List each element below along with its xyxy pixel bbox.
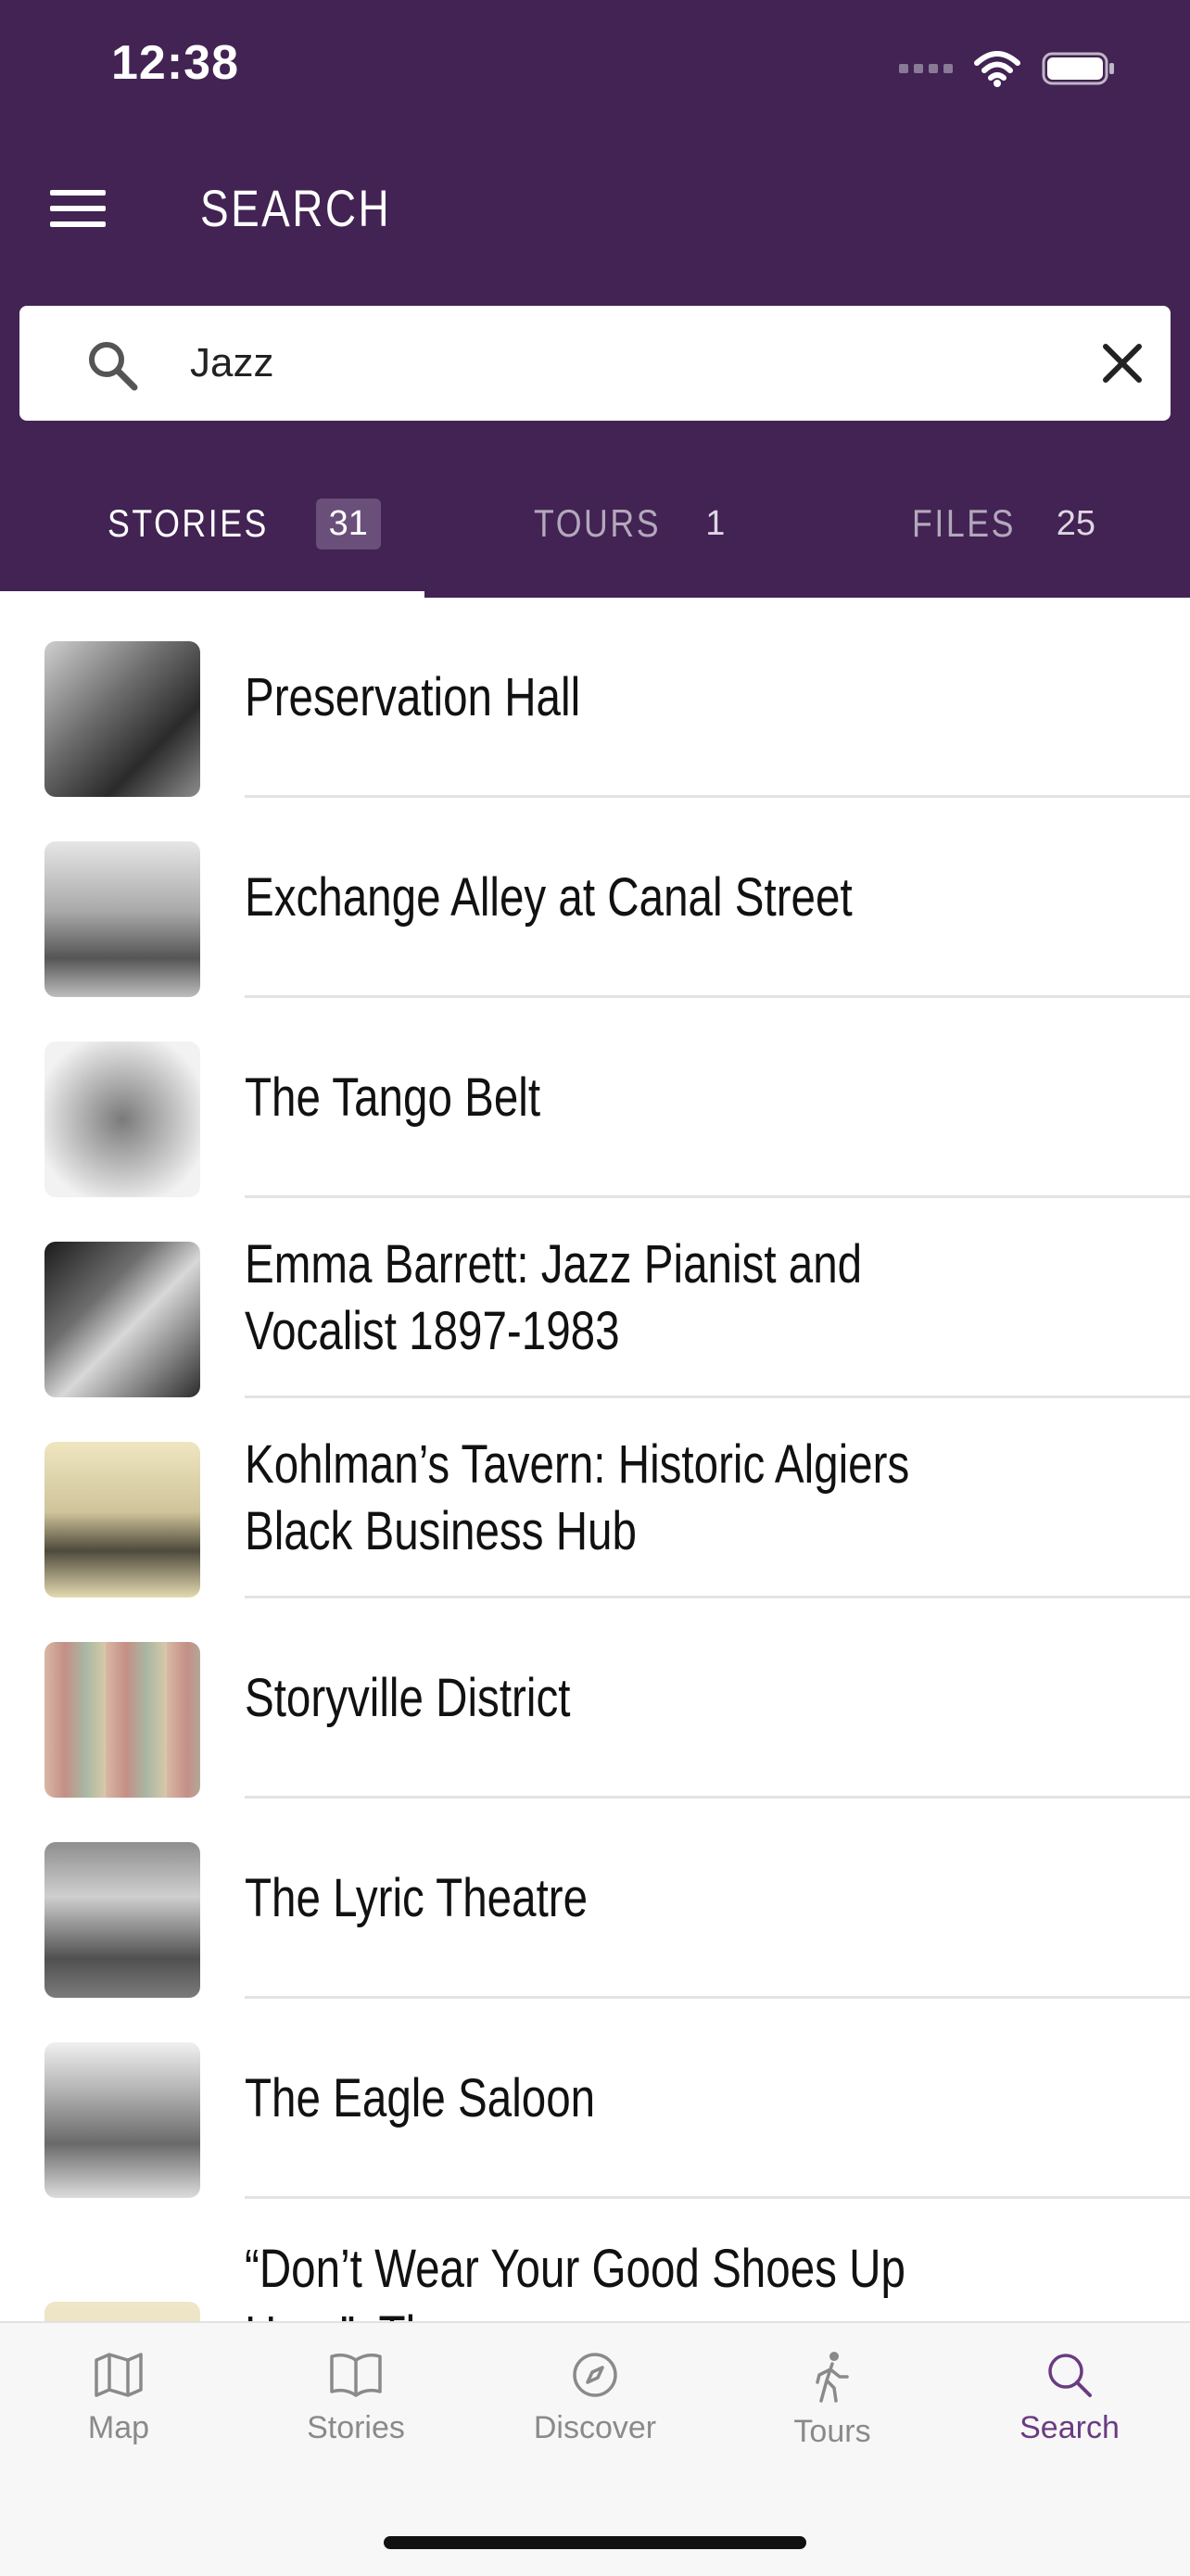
list-item[interactable]: Preservation Hall [0,598,1190,798]
wifi-icon [974,51,1020,87]
close-icon[interactable] [1100,341,1145,385]
list-item[interactable]: “Don’t Wear Your Good Shoes Up Here”: Th… [0,2199,1190,2321]
story-thumbnail [44,2042,200,2198]
story-thumbnail [44,1442,200,1597]
story-thumbnail [44,841,200,997]
page-title: SEARCH [200,179,392,237]
story-title: Preservation Hall [245,667,581,727]
compass-icon [573,2353,617,2397]
story-title: The Eagle Saloon [245,2068,596,2128]
nav-search[interactable]: Search [977,2351,1162,2446]
tab-files[interactable]: FILES 25 [912,491,1095,556]
story-thumbnail [44,641,200,797]
walking-person-icon [816,2352,849,2403]
tab-count-badge: 31 [315,498,381,549]
tab-stories[interactable]: STORIES 31 [108,491,381,556]
list-item[interactable]: Storyville District [0,1598,1190,1799]
tab-label: FILES [912,501,1016,545]
nav-tours[interactable]: Tours [740,2351,925,2450]
list-item[interactable]: Emma Barrett: Jazz Pianist and Vocalist … [0,1198,1190,1398]
battery-icon [1042,52,1114,85]
search-input[interactable] [171,328,1006,398]
tab-tours[interactable]: TOURS 1 [534,491,725,556]
story-title: Kohlman’s Tavern: Historic Algiers Black… [245,1434,910,1561]
nav-label: Map [87,2410,150,2445]
nav-label: Discover [533,2410,657,2445]
nav-label: Stories [307,2410,405,2445]
story-thumbnail [44,1642,200,1798]
list-item[interactable]: The Lyric Theatre [0,1799,1190,1999]
status-icons [899,46,1116,91]
list-item[interactable]: Exchange Alley at Canal Street [0,798,1190,998]
story-title: Storyville District [245,1668,571,1728]
app-header: 12:38 SEARCH STORIES 3 [0,0,1190,598]
tab-count: 1 [705,503,726,543]
nav-label: Tours [793,2414,871,2449]
story-title: The Lyric Theatre [245,1868,589,1928]
search-icon [89,342,138,391]
map-icon [95,2353,143,2397]
nav-label: Search [1019,2410,1120,2445]
results-list[interactable]: Preservation Hall Exchange Alley at Cana… [0,598,1190,2321]
story-thumbnail [44,2302,200,2321]
list-item[interactable]: Kohlman’s Tavern: Historic Algiers Black… [0,1398,1190,1598]
tab-count: 25 [1056,503,1095,543]
hamburger-menu-icon[interactable] [50,190,106,229]
story-title: “Don’t Wear Your Good Shoes Up Here”: Th… [245,2239,905,2321]
nav-stories[interactable]: Stories [263,2351,449,2446]
story-thumbnail [44,1842,200,1998]
search-bar[interactable] [19,306,1171,421]
active-tab-indicator [0,591,424,598]
search-icon [1048,2354,1092,2397]
story-title: The Tango Belt [245,1067,541,1128]
nav-map[interactable]: Map [26,2351,211,2446]
story-title: Exchange Alley at Canal Street [245,867,853,928]
home-indicator[interactable] [384,2536,806,2549]
list-item[interactable]: The Tango Belt [0,998,1190,1198]
story-thumbnail [44,1242,200,1397]
tab-label: STORIES [108,501,269,545]
tab-label: TOURS [534,501,662,545]
signal-icon [899,64,953,73]
book-icon [330,2353,382,2397]
status-time: 12:38 [111,36,239,90]
story-thumbnail [44,1042,200,1197]
story-title: Emma Barrett: Jazz Pianist and Vocalist … [245,1234,863,1361]
list-item[interactable]: The Eagle Saloon [0,1999,1190,2199]
nav-discover[interactable]: Discover [502,2351,688,2446]
